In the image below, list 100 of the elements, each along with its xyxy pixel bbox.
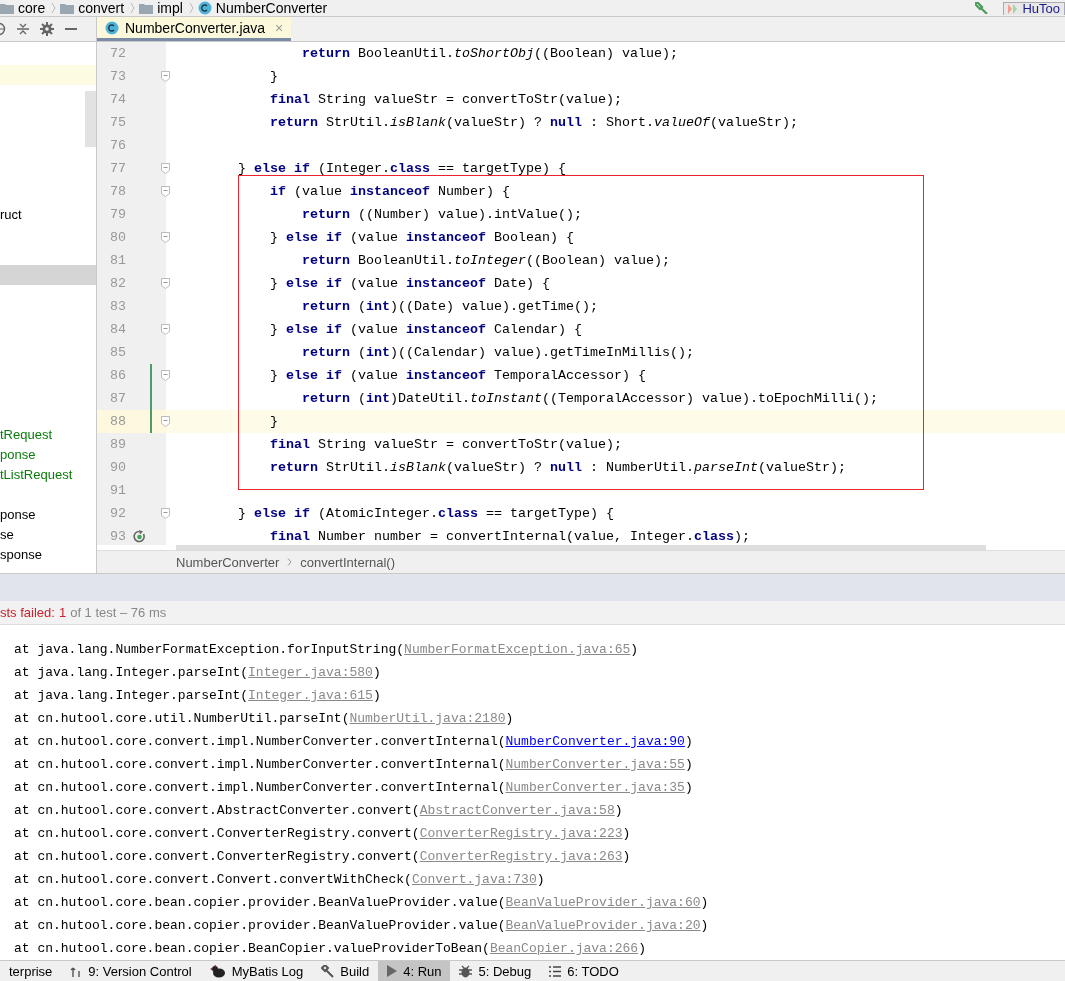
source-link[interactable]: BeanValueProvider.java:20 [505, 918, 701, 933]
code-line: } else if (value instanceof Boolean) { [268, 229, 574, 247]
line-number: 82 [109, 275, 127, 293]
code-line: return StrUtil.isBlank(valueStr) ? null : NumberUtil.parseInt(valueStr); [269, 459, 846, 477]
settings-icon[interactable] [40, 22, 54, 36]
stack-trace-line: at java.lang.Integer.parseInt(Integer.java:615) [13, 687, 381, 705]
editor-tab[interactable]: NumberConverter.java × [97, 17, 292, 41]
code-line: return (int)DateUtil.toInstant((TemporalAccessor) value).toEpochMilli(); [301, 390, 878, 408]
line-number: 88 [109, 413, 127, 431]
source-link[interactable]: NumberConverter.java:35 [505, 780, 685, 795]
folder-icon [60, 2, 75, 14]
breadcrumb-item[interactable]: core [18, 0, 46, 16]
tree-item[interactable]: ponse [0, 445, 96, 465]
chevron-icon [51, 3, 57, 13]
tool-window-button[interactable]: terprise [0, 961, 62, 981]
line-number: 77 [109, 160, 127, 178]
line-number: 76 [109, 137, 127, 155]
source-link[interactable]: BeanValueProvider.java:60 [505, 895, 701, 910]
chevron-icon [130, 3, 136, 13]
code-line: final String valueStr = convertToStr(value); [269, 436, 622, 454]
collapse-icon[interactable] [16, 22, 30, 36]
code-line: } [268, 68, 278, 86]
run-config-selector[interactable]: HuToo [1003, 1, 1065, 15]
fold-icon[interactable] [161, 278, 170, 289]
source-link[interactable]: ConverterRegistry.java:263 [419, 849, 623, 864]
source-link[interactable]: NumberFormatException.java:65 [404, 642, 631, 657]
stack-trace-line: at cn.hutool.core.convert.impl.NumberConverter.convertInternal(NumberConverter.java:90) [13, 733, 693, 751]
fold-icon[interactable] [161, 232, 170, 243]
breadcrumb-item[interactable]: NumberConverter [176, 554, 280, 570]
failed-count: 1 [58, 605, 67, 620]
fold-icon[interactable] [161, 186, 170, 197]
line-number: 73 [109, 68, 127, 86]
breadcrumb-item[interactable]: impl [157, 0, 183, 16]
tree-item[interactable]: sponse [0, 545, 96, 565]
line-number: 74 [109, 91, 127, 109]
source-link[interactable]: NumberConverter.java:55 [505, 757, 685, 772]
stack-trace-line: at cn.hutool.core.bean.copier.provider.BeanValueProvider.value(BeanValueProvider.java:60) [13, 894, 709, 912]
tree-item[interactable]: ponse [0, 505, 96, 525]
source-link[interactable]: AbstractConverter.java:58 [419, 803, 615, 818]
source-link[interactable]: Integer.java:615 [248, 688, 373, 703]
line-number: 78 [109, 183, 127, 201]
code-line: return (int)((Date) value).getTime(); [301, 298, 598, 316]
source-link[interactable]: Integer.java:580 [248, 665, 373, 680]
code-line: } else if (value instanceof Calendar) { [268, 321, 582, 339]
source-link[interactable]: BeanCopier.java:266 [489, 941, 639, 956]
source-link[interactable]: Convert.java:730 [411, 872, 537, 887]
tool-window-button[interactable]: 9: Version Control [61, 961, 201, 981]
tree-item[interactable]: tListRequest [0, 465, 96, 485]
target-icon[interactable] [0, 22, 6, 36]
stack-trace-line: at cn.hutool.core.util.NumberUtil.parseInt(NumberUtil.java:2180) [13, 710, 514, 728]
code-line: return StrUtil.isBlank(valueStr) ? null : Short.valueOf(valueStr); [269, 114, 798, 132]
tree-item[interactable]: ruct [0, 205, 96, 225]
tool-window-button[interactable]: 6: TODO [540, 961, 628, 981]
fold-icon[interactable] [161, 71, 170, 82]
tool-window-button[interactable]: MyBatis Log [200, 961, 313, 981]
source-link[interactable]: ConverterRegistry.java:223 [419, 826, 623, 841]
breadcrumb-item[interactable]: NumberConverter [215, 0, 328, 16]
chevron-icon [287, 558, 293, 567]
line-number: 79 [109, 206, 127, 224]
tool-window-button[interactable]: Build [312, 961, 379, 981]
line-number: 80 [109, 229, 127, 247]
source-link[interactable]: NumberConverter.java:90 [505, 734, 685, 749]
fold-icon[interactable] [161, 370, 170, 381]
chevron-icon [188, 3, 194, 13]
bug-icon [459, 964, 473, 978]
fold-icon[interactable] [161, 416, 170, 427]
line-number: 92 [109, 505, 127, 523]
folder-icon [139, 2, 154, 14]
fold-icon[interactable] [161, 324, 170, 335]
horizontal-scrollbar[interactable] [176, 545, 986, 551]
line-number: 81 [109, 252, 127, 270]
code-line: return ((Number) value).intValue(); [301, 206, 582, 224]
recursion-icon[interactable] [132, 530, 146, 543]
tree-item[interactable]: se [0, 525, 96, 545]
line-number: 91 [109, 482, 127, 500]
code-line: } else if (Integer.class == targetType) { [237, 160, 566, 178]
line-number: 93 [109, 528, 127, 546]
breadcrumb-item[interactable]: convert [78, 0, 125, 16]
tool-window-button[interactable]: 4: Run [378, 961, 451, 981]
scrollbar[interactable] [85, 91, 96, 147]
breadcrumb-item[interactable]: convertInternal() [300, 554, 395, 570]
line-number: 89 [109, 436, 127, 454]
status-text: of 1 test – 76 ms [70, 605, 167, 620]
fold-icon[interactable] [161, 163, 170, 174]
line-number: 75 [109, 114, 127, 132]
fold-icon[interactable] [161, 508, 170, 519]
code-line: if (value instanceof Number) { [269, 183, 510, 201]
tree-item[interactable]: tRequest [0, 425, 96, 445]
source-link[interactable]: NumberUtil.java:2180 [349, 711, 506, 726]
hammer-icon[interactable] [975, 2, 990, 14]
class-icon [105, 20, 119, 35]
bird-icon [209, 964, 226, 978]
code-line: return (int)((Calendar) value).getTimeInMillis(); [301, 344, 694, 362]
tool-window-button[interactable]: 5: Debug [450, 961, 541, 981]
stack-trace-line: at cn.hutool.core.convert.impl.NumberConverter.convertInternal(NumberConverter.java:35) [13, 779, 693, 797]
code-line: } else if (value instanceof TemporalAccessor) { [268, 367, 646, 385]
stack-trace-line: at cn.hutool.core.bean.copier.provider.BeanValueProvider.value(BeanValueProvider.java:20) [13, 917, 709, 935]
stack-trace-line: at cn.hutool.core.convert.ConverterRegistry.convert(ConverterRegistry.java:223) [13, 825, 631, 843]
hammer-icon [321, 964, 335, 978]
code-line: } else if (AtomicInteger.class == targetType) { [237, 505, 614, 523]
